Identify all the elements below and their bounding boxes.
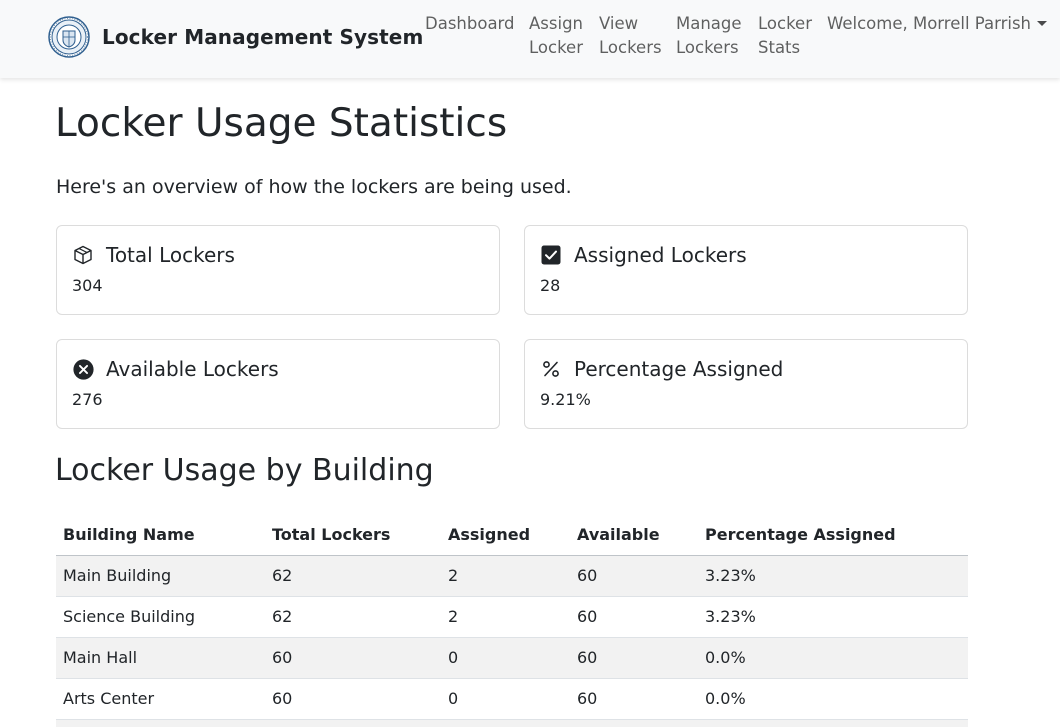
column-header: Total Lockers bbox=[265, 514, 441, 556]
table-cell: 62 bbox=[265, 596, 441, 638]
table-cell: 60 bbox=[570, 678, 698, 720]
stat-card-title: Total Lockers bbox=[72, 242, 235, 268]
table-cell: 0.0% bbox=[698, 637, 968, 679]
user-dropdown[interactable]: Welcome, Morrell Parrish bbox=[827, 12, 1048, 36]
table-row: Science Building 62 2 60 3.23% bbox=[56, 596, 968, 638]
nav-assign-locker-label-1: Assign bbox=[529, 14, 583, 33]
percent-icon bbox=[540, 358, 562, 380]
nav-dashboard-label: Dashboard bbox=[425, 14, 515, 33]
stat-label: Available Lockers bbox=[106, 357, 279, 381]
box-icon bbox=[72, 244, 94, 266]
table-cell: 2 bbox=[441, 555, 570, 597]
table-cell bbox=[441, 719, 570, 727]
nav-view-lockers[interactable]: View Lockers bbox=[599, 12, 662, 60]
nav-manage-lockers-label-1: Manage bbox=[676, 14, 742, 33]
school-seal-logo bbox=[48, 16, 90, 58]
nav-locker-stats-label-1: Locker bbox=[758, 14, 812, 33]
nav-assign-locker[interactable]: Assign Locker bbox=[529, 12, 583, 60]
nav-locker-stats[interactable]: Locker Stats bbox=[758, 12, 812, 60]
chevron-down-icon bbox=[1037, 21, 1048, 26]
table-cell: 62 bbox=[265, 555, 441, 597]
brand-link[interactable]: Locker Management System bbox=[48, 16, 423, 58]
table-cell bbox=[698, 719, 968, 727]
table-cell bbox=[265, 719, 441, 727]
page-title: Locker Usage Statistics bbox=[55, 101, 508, 146]
nav-locker-stats-label-2: Stats bbox=[758, 38, 801, 57]
nav-view-lockers-label-1: View bbox=[599, 14, 639, 33]
table-row bbox=[56, 719, 968, 727]
table-cell: 0.0% bbox=[698, 678, 968, 720]
table-cell: 0 bbox=[441, 637, 570, 679]
page-intro: Here's an overview of how the lockers ar… bbox=[56, 176, 572, 198]
stat-card-title: Available Lockers bbox=[72, 356, 279, 382]
navbar: Locker Management System Dashboard Assig… bbox=[0, 0, 1060, 78]
stat-value: 304 bbox=[72, 276, 103, 295]
stat-card-available-lockers: Available Lockers 276 bbox=[56, 339, 500, 429]
table-cell: 60 bbox=[265, 637, 441, 679]
stat-card-title: Percentage Assigned bbox=[540, 356, 783, 382]
user-welcome-label: Welcome, Morrell Parrish bbox=[827, 14, 1032, 33]
nav-manage-lockers-label-2: Lockers bbox=[676, 38, 739, 57]
brand-title: Locker Management System bbox=[102, 25, 424, 49]
table-header-row: Building Name Total Lockers Assigned Ava… bbox=[56, 514, 968, 556]
column-header: Available bbox=[570, 514, 698, 556]
table-cell: 60 bbox=[570, 637, 698, 679]
table-cell: 3.23% bbox=[698, 555, 968, 597]
stat-value: 276 bbox=[72, 390, 103, 409]
stat-card-percentage-assigned: Percentage Assigned 9.21% bbox=[524, 339, 968, 429]
column-header: Assigned bbox=[441, 514, 570, 556]
building-usage-table-wrapper: Building Name Total Lockers Assigned Ava… bbox=[56, 514, 968, 727]
table-cell: 60 bbox=[570, 596, 698, 638]
stat-card-total-lockers: Total Lockers 304 bbox=[56, 225, 500, 315]
building-usage-table: Building Name Total Lockers Assigned Ava… bbox=[56, 514, 968, 727]
stat-value: 9.21% bbox=[540, 390, 591, 409]
nav-manage-lockers[interactable]: Manage Lockers bbox=[676, 12, 742, 60]
nav-dashboard[interactable]: Dashboard bbox=[425, 12, 515, 36]
stat-label: Total Lockers bbox=[106, 243, 235, 267]
stat-card-assigned-lockers: Assigned Lockers 28 bbox=[524, 225, 968, 315]
table-cell: Main Building bbox=[56, 555, 265, 597]
table-cell: 60 bbox=[570, 555, 698, 597]
building-usage-title: Locker Usage by Building bbox=[55, 453, 434, 488]
stat-label: Percentage Assigned bbox=[574, 357, 784, 381]
table-row: Main Hall 60 0 60 0.0% bbox=[56, 637, 968, 679]
nav-assign-locker-label-2: Locker bbox=[529, 38, 583, 57]
column-header: Building Name bbox=[56, 514, 265, 556]
stat-label: Assigned Lockers bbox=[574, 243, 747, 267]
table-cell: 0 bbox=[441, 678, 570, 720]
nav-view-lockers-label-2: Lockers bbox=[599, 38, 662, 57]
table-cell: Science Building bbox=[56, 596, 265, 638]
table-cell bbox=[56, 719, 265, 727]
table-row: Main Building 62 2 60 3.23% bbox=[56, 555, 968, 597]
stat-value: 28 bbox=[540, 276, 561, 295]
x-circle-icon bbox=[72, 358, 94, 380]
column-header: Percentage Assigned bbox=[698, 514, 968, 556]
table-cell: 3.23% bbox=[698, 596, 968, 638]
table-cell: Main Hall bbox=[56, 637, 265, 679]
table-cell: 60 bbox=[265, 678, 441, 720]
table-cell: Arts Center bbox=[56, 678, 265, 720]
check-square-icon bbox=[540, 244, 562, 266]
table-row: Arts Center 60 0 60 0.0% bbox=[56, 678, 968, 720]
stat-card-title: Assigned Lockers bbox=[540, 242, 747, 268]
table-cell: 2 bbox=[441, 596, 570, 638]
table-cell bbox=[570, 719, 698, 727]
